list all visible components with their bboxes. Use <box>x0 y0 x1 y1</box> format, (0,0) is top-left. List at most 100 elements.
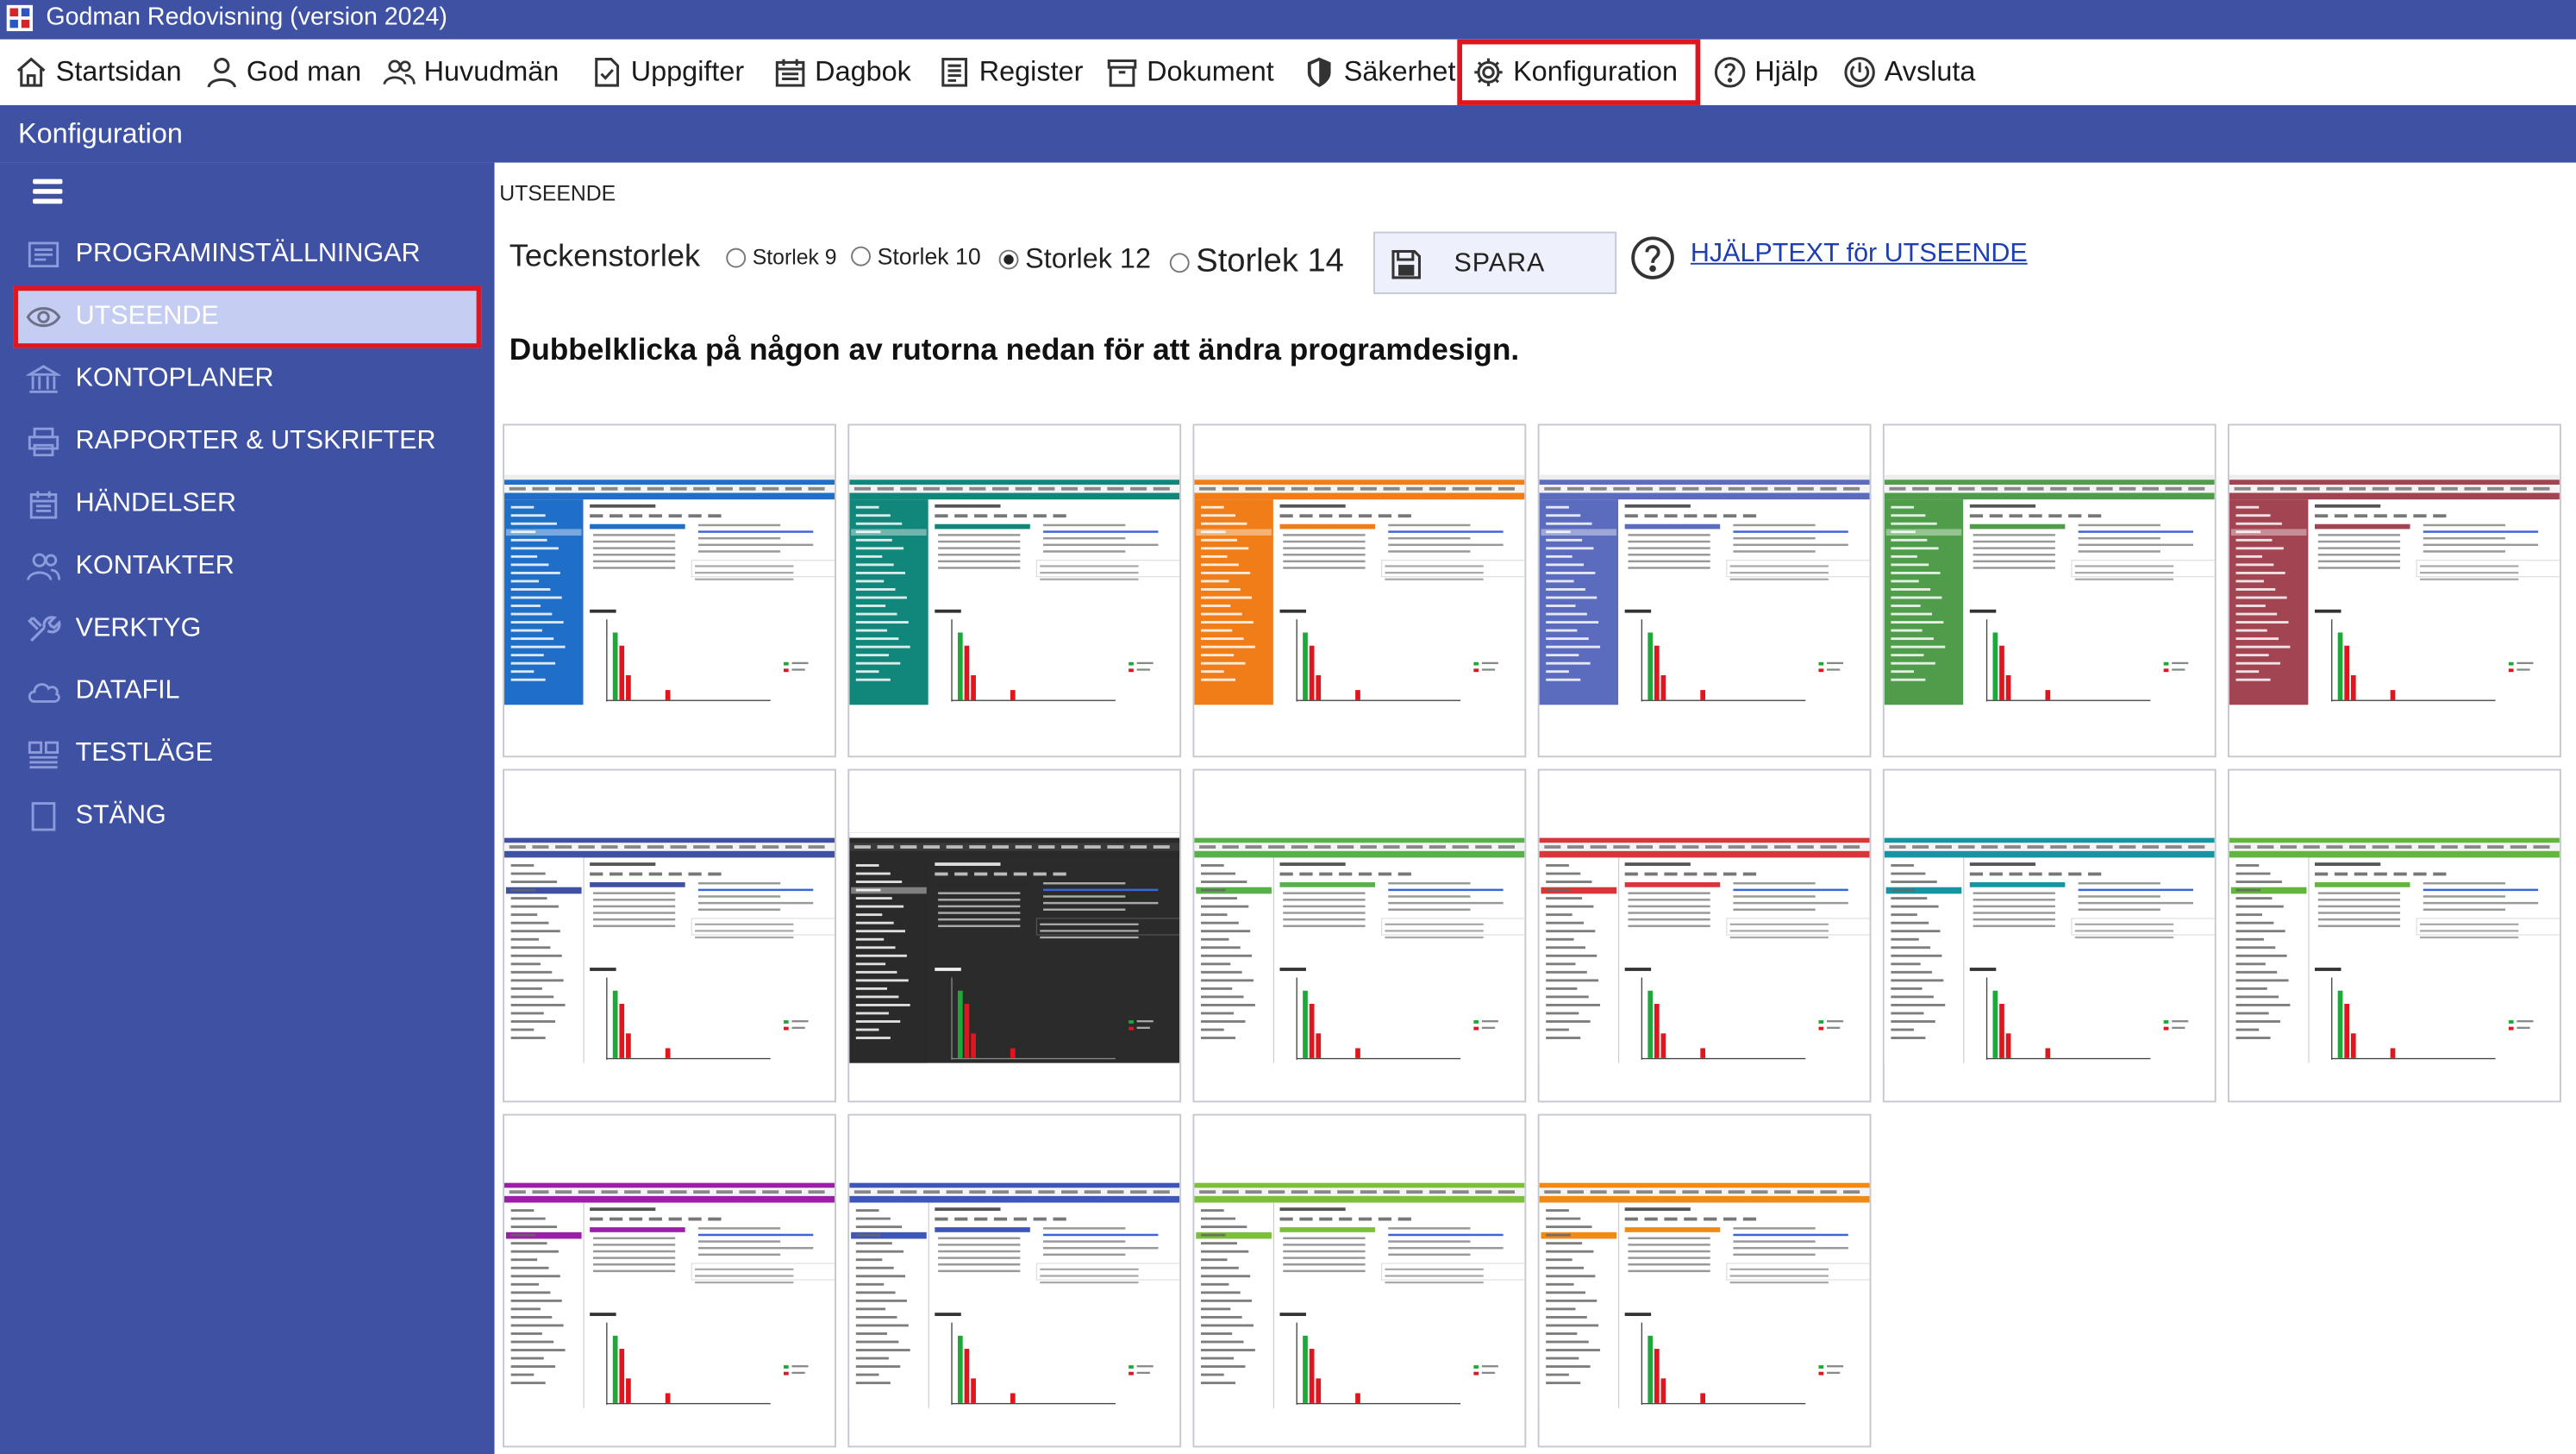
bank-icon <box>26 365 61 393</box>
save-button[interactable]: SPARA <box>1373 231 1617 295</box>
theme-preview-image <box>1194 474 1525 705</box>
gear-icon <box>1474 58 1503 87</box>
instruction-text: Dubbelklicka på någon av rutorna nedan f… <box>509 331 1520 367</box>
theme-option-16[interactable] <box>1537 1113 1872 1448</box>
theme-option-8[interactable] <box>847 768 1182 1103</box>
menu-sakerhet[interactable]: Säkerhet <box>1303 40 1455 105</box>
theme-option-14[interactable] <box>847 1113 1182 1448</box>
theme-option-1[interactable] <box>503 423 836 758</box>
radio-button[interactable] <box>1169 252 1190 273</box>
test-icon <box>28 741 59 769</box>
theme-option-11[interactable] <box>1882 768 2216 1103</box>
theme-option-12[interactable] <box>2228 768 2561 1103</box>
font-size-option-10[interactable]: Storlek 10 <box>851 243 981 269</box>
events-icon <box>29 491 58 519</box>
save-button-label: SPARA <box>1454 249 1546 278</box>
theme-preview-image <box>849 832 1180 1063</box>
font-size-option-9[interactable]: Storlek 9 <box>726 244 837 270</box>
menu-label: Konfiguration <box>1513 55 1678 87</box>
sidebar-item-label: STÄNG <box>75 801 166 830</box>
theme-preview-image <box>1539 832 1870 1063</box>
app-logo-icon <box>6 4 34 32</box>
sidebar-item-utseende[interactable]: UTSEENDE <box>13 285 482 348</box>
sidebar-item-label: HÄNDELSER <box>75 489 237 518</box>
sidebar-item-label: VERKTYG <box>75 614 202 642</box>
sidebar-item-programinstallningar[interactable]: PROGRAMINSTÄLLNINGAR <box>13 223 481 285</box>
menu-dokument[interactable]: Dokument <box>1105 40 1274 105</box>
menu-hjalp[interactable]: Hjälp <box>1714 40 1818 105</box>
theme-option-13[interactable] <box>503 1113 836 1448</box>
menu-bar: Startsidan God man Huvudmän Uppgifter Da… <box>0 39 2576 105</box>
power-icon <box>1844 57 1875 88</box>
theme-preview-image <box>504 832 835 1063</box>
theme-preview-image <box>2229 832 2560 1063</box>
contacts-icon <box>26 553 61 581</box>
theme-preview-image <box>1884 832 2215 1063</box>
tools-icon <box>28 616 61 642</box>
theme-option-4[interactable] <box>1537 423 1872 758</box>
theme-option-6[interactable] <box>2228 423 2561 758</box>
theme-option-5[interactable] <box>1882 423 2216 758</box>
font-size-option-14[interactable]: Storlek 14 <box>1169 243 1344 281</box>
menu-label: Dagbok <box>815 55 911 87</box>
radio-button-selected[interactable] <box>998 249 1019 270</box>
menu-register[interactable]: Register <box>938 40 1083 105</box>
menu-label: Säkerhet <box>1343 55 1456 87</box>
theme-option-15[interactable] <box>1192 1113 1527 1448</box>
theme-preview-image <box>1194 1177 1525 1408</box>
menu-label: Startsidan <box>55 55 182 87</box>
archive-icon <box>1107 59 1137 87</box>
menu-label: Dokument <box>1147 55 1274 87</box>
radio-button[interactable] <box>726 247 747 267</box>
menu-label: Uppgifter <box>630 55 745 87</box>
sidebar-item-verktyg[interactable]: VERKTYG <box>13 598 481 660</box>
theme-option-9[interactable] <box>1192 768 1527 1103</box>
radio-label: Storlek 10 <box>877 242 981 270</box>
sidebar-item-label: RAPPORTER & UTSKRIFTER <box>75 427 436 455</box>
user-icon <box>207 58 237 88</box>
menu-dagbok[interactable]: Dagbok <box>774 40 911 105</box>
menu-label: Avsluta <box>1884 55 1976 87</box>
theme-preview-image <box>849 1177 1180 1408</box>
menu-god-man[interactable]: God man <box>205 40 361 105</box>
section-header: Konfiguration <box>0 104 2576 163</box>
theme-preview-image <box>504 474 835 705</box>
settings-list-icon <box>28 241 59 268</box>
cloud-icon <box>28 683 60 703</box>
help-link-utseende[interactable]: HJÄLPTEXT för UTSEENDE <box>1691 240 2028 269</box>
menu-uppgifter[interactable]: Uppgifter <box>590 40 744 105</box>
theme-preview-image <box>849 474 1180 705</box>
users-icon <box>383 60 416 85</box>
sidebar-item-testlage[interactable]: TESTLÄGE <box>13 723 481 785</box>
sidebar-item-kontakter[interactable]: KONTAKTER <box>13 536 481 598</box>
breadcrumb: UTSEENDE <box>499 180 616 206</box>
theme-option-2[interactable] <box>847 423 1182 758</box>
sidebar-item-handelser[interactable]: HÄNDELSER <box>13 473 481 536</box>
sidebar-item-label: DATAFIL <box>75 676 180 705</box>
menu-startsidan[interactable]: Startsidan <box>15 40 182 105</box>
calendar-icon <box>775 59 805 87</box>
sidebar-item-rapporter[interactable]: RAPPORTER & UTSKRIFTER <box>13 411 481 473</box>
help-icon <box>1714 57 1746 88</box>
menu-avsluta[interactable]: Avsluta <box>1843 40 1975 105</box>
theme-preview-image <box>1539 474 1870 705</box>
theme-option-3[interactable] <box>1192 423 1527 758</box>
help-circle-icon[interactable] <box>1629 235 1675 280</box>
menu-huvudman[interactable]: Huvudmän <box>383 40 559 105</box>
theme-option-10[interactable] <box>1537 768 1872 1103</box>
main-content: UTSEENDE Teckenstorlek Storlek 9 Storlek… <box>494 162 2576 1454</box>
radio-button[interactable] <box>851 246 871 266</box>
radio-label: Storlek 9 <box>752 244 837 270</box>
sidebar-item-datafil[interactable]: DATAFIL <box>13 661 481 723</box>
menu-konfiguration[interactable]: Konfiguration <box>1457 39 1701 105</box>
theme-option-7[interactable] <box>503 768 836 1103</box>
menu-label: Register <box>979 55 1084 87</box>
font-size-option-12[interactable]: Storlek 12 <box>998 243 1151 276</box>
sidebar-item-kontoplaner[interactable]: KONTOPLANER <box>13 348 481 411</box>
sidebar-item-label: PROGRAMINSTÄLLNINGAR <box>75 240 421 268</box>
eye-icon <box>26 307 61 328</box>
sidebar-item-stang[interactable]: STÄNG <box>13 786 481 848</box>
menu-label: Hjälp <box>1754 55 1819 87</box>
hamburger-menu-icon[interactable] <box>33 179 63 205</box>
floppy-disk-icon <box>1391 249 1421 279</box>
